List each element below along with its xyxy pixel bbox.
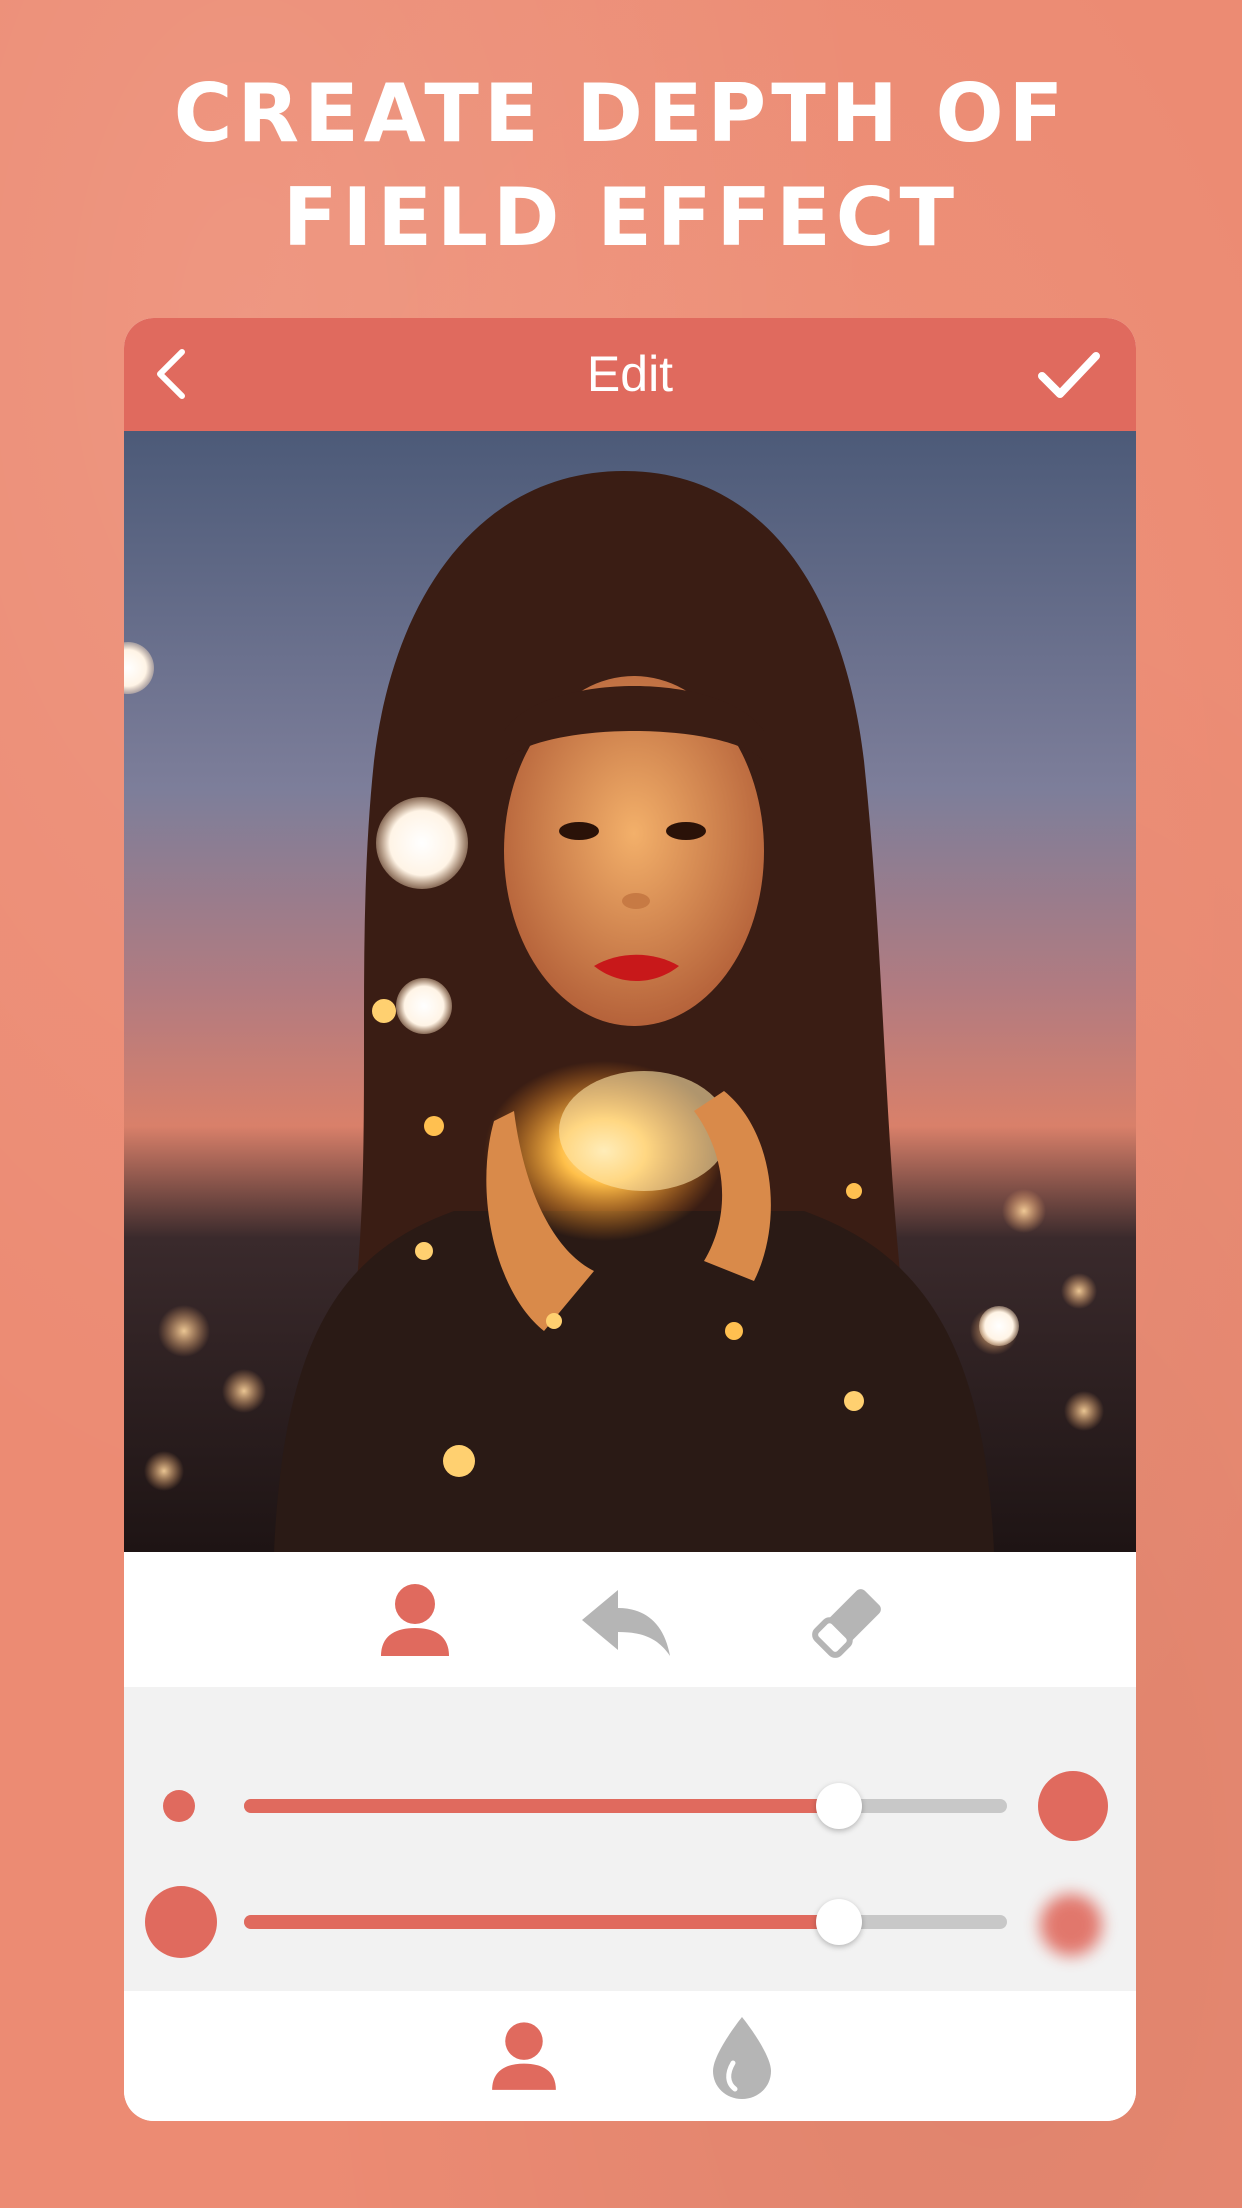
blur-amount-slider[interactable] <box>244 1899 1007 1945</box>
eraser-button[interactable] <box>800 1574 896 1670</box>
brush-size-thumb[interactable] <box>816 1783 863 1829</box>
person-icon <box>492 2022 556 2090</box>
large-dot-icon <box>1038 1771 1108 1841</box>
small-dot-icon <box>163 1790 195 1822</box>
tab-person[interactable] <box>479 2013 569 2103</box>
photo-canvas[interactable] <box>124 431 1136 1552</box>
checkmark-icon <box>1038 352 1100 398</box>
photo-image <box>124 431 1136 1552</box>
undo-button[interactable] <box>578 1574 674 1670</box>
tab-blur[interactable] <box>697 2013 787 2103</box>
person-icon <box>381 1584 449 1656</box>
tool-bar <box>124 1552 1136 1687</box>
headline-line-2: FIELD EFFECT <box>282 171 960 264</box>
bottom-bar <box>124 1991 1136 2121</box>
slider-panel <box>124 1687 1136 1991</box>
undo-icon <box>582 1590 670 1656</box>
headline: CREATE DEPTH OF FIELD EFFECT <box>0 62 1242 270</box>
blurred-dot-icon <box>1040 1894 1102 1956</box>
droplet-icon <box>713 2017 771 2099</box>
eraser-icon <box>812 1589 881 1658</box>
brush-size-slider[interactable] <box>244 1783 1007 1829</box>
done-button[interactable] <box>1034 344 1104 404</box>
top-bar: Edit <box>124 318 1136 431</box>
headline-line-1: CREATE DEPTH OF <box>173 67 1069 160</box>
blur-amount-thumb[interactable] <box>816 1899 863 1945</box>
sharp-dot-icon <box>145 1886 217 1958</box>
person-mask-button[interactable] <box>367 1574 463 1670</box>
page-title: Edit <box>586 346 674 402</box>
blur-amount-fill <box>244 1915 840 1929</box>
brush-size-fill <box>244 1799 840 1813</box>
editor-card: Edit <box>124 318 1136 2121</box>
